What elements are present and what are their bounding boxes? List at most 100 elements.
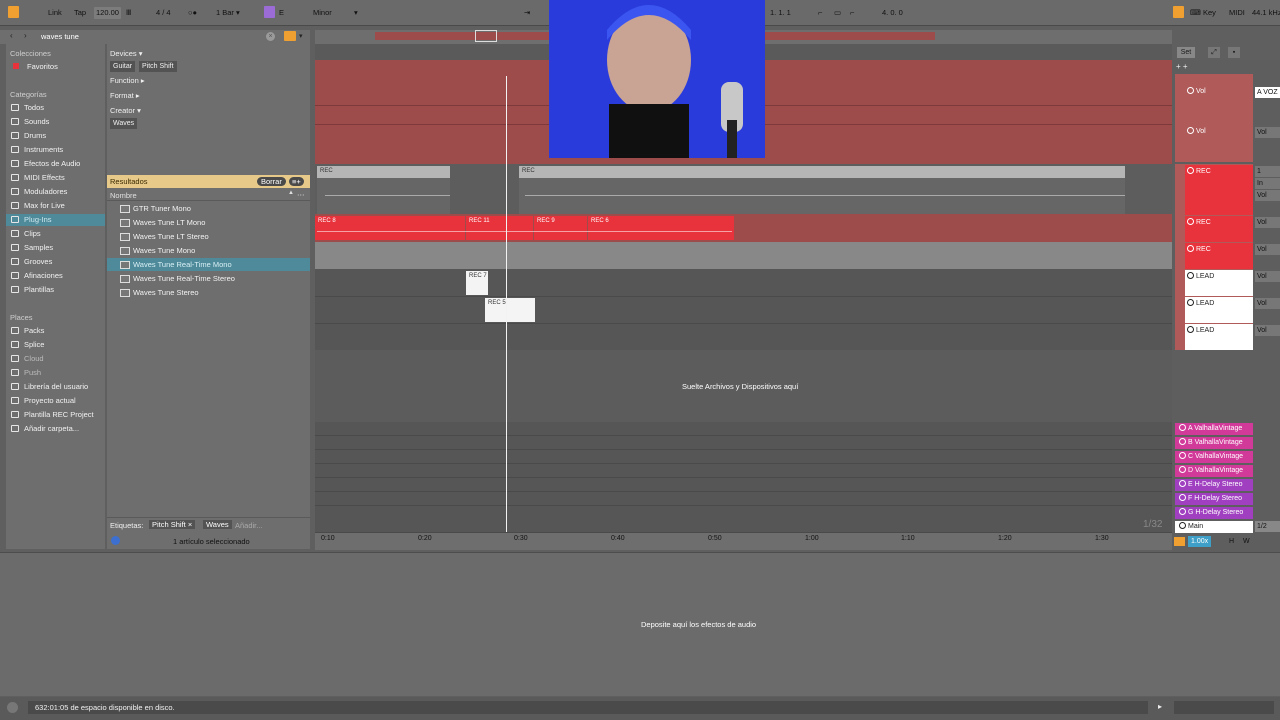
filter-tag-guitar[interactable]: Guitar	[110, 61, 136, 72]
sidebar-item-audio-effects[interactable]: Efectos de Audio	[6, 158, 105, 170]
sidebar-item-packs[interactable]: Packs	[6, 325, 105, 337]
sidebar-item-max-for-live[interactable]: Max for Live	[6, 200, 105, 212]
track-lane-lead[interactable]	[315, 269, 1172, 350]
tempo-field[interactable]: 120.00	[94, 7, 121, 19]
fold-icon[interactable]	[1179, 452, 1186, 459]
track-header-2[interactable]: Vol	[1183, 127, 1253, 135]
clip-rec-11[interactable]: REC 11	[466, 216, 533, 240]
remove-tag-icon[interactable]: ×	[188, 520, 192, 529]
track-header-4[interactable]: REC	[1183, 218, 1253, 226]
sidebar-item-push[interactable]: Push	[6, 367, 105, 379]
filter-devices[interactable]: Devices ▾	[110, 48, 143, 60]
filter-tag-pitch-shift[interactable]: Pitch Shift	[139, 61, 177, 72]
fold-icon[interactable]	[1187, 87, 1194, 94]
return-track-d[interactable]: D ValhallaVintage	[1175, 465, 1253, 477]
expand-icon[interactable]: ⤢	[1208, 47, 1220, 58]
filter-format[interactable]: Format ▸	[110, 90, 140, 102]
track-lane-rec-3[interactable]	[315, 242, 1172, 269]
clip-rec-7[interactable]: REC 7	[466, 271, 488, 295]
track-3-input[interactable]: In	[1255, 178, 1280, 189]
fold-icon[interactable]	[1187, 218, 1194, 225]
filter-creator[interactable]: Creator ▾	[110, 105, 141, 117]
filter-tag-waves[interactable]: Waves	[110, 118, 138, 129]
sidebar-item-clips[interactable]: Clips	[6, 228, 105, 240]
sidebar-item-sounds[interactable]: Sounds	[6, 116, 105, 128]
sidebar-item-instruments[interactable]: Instruments	[6, 144, 105, 156]
filter-function[interactable]: Function ▸	[110, 75, 145, 87]
filter-view-icon[interactable]	[284, 31, 296, 41]
forward-arrow-icon[interactable]: ›	[24, 31, 27, 40]
grid-fraction[interactable]: 1/32	[1143, 519, 1162, 530]
zoom-toggle-icon[interactable]	[1174, 537, 1185, 546]
clip-rec-a[interactable]: REC	[317, 166, 450, 178]
fold-icon[interactable]	[1179, 438, 1186, 445]
sidebar-item-cloud[interactable]: Cloud	[6, 353, 105, 365]
return-track-b[interactable]: B ValhallaVintage	[1175, 437, 1253, 449]
return-track-g[interactable]: G H-Delay Stereo	[1175, 507, 1253, 519]
result-row[interactable]: GTR Tuner Mono	[107, 202, 310, 215]
track-header-3[interactable]: REC	[1183, 167, 1253, 175]
metronome-icon[interactable]: ○●	[188, 7, 197, 19]
sidebar-item-plug-ins[interactable]: Plug-Ins	[6, 214, 105, 226]
loop-switch-icon[interactable]: ⌐	[818, 7, 822, 19]
fold-icon[interactable]	[1179, 480, 1186, 487]
sort-arrow-icon[interactable]: ▲	[288, 190, 294, 196]
sidebar-item-user-library[interactable]: Librería del usuario	[6, 381, 105, 393]
sidebar-item-templates[interactable]: Plantillas	[6, 284, 105, 296]
fold-icon[interactable]	[1187, 127, 1194, 134]
time-signature-field[interactable]: 4 / 4	[156, 7, 171, 19]
quantization-select[interactable]: 1 Bar ▾	[216, 7, 240, 19]
link-button[interactable]: Link	[48, 7, 62, 19]
sidebar-item-current-project[interactable]: Proyecto actual	[6, 395, 105, 407]
arrangement-position-field[interactable]: 1. 1. 1	[770, 7, 791, 19]
return-track-f[interactable]: F H-Delay Stereo	[1175, 493, 1253, 505]
fold-icon[interactable]	[1187, 272, 1194, 279]
clip-rec-8[interactable]: REC 8	[315, 216, 465, 240]
clip-rec-5[interactable]: REC 5	[485, 298, 535, 322]
lock-icon[interactable]: ▪	[1228, 47, 1240, 58]
sidebar-item-add-folder[interactable]: Añadir carpeta...	[6, 423, 105, 435]
clip-rec-6[interactable]: REC 6	[588, 216, 734, 240]
main-track[interactable]: Main	[1175, 521, 1253, 533]
filter-chevron-down-icon[interactable]: ▾	[299, 32, 303, 40]
w-button[interactable]: W	[1243, 536, 1250, 547]
scale-chevron-down-icon[interactable]: ▾	[354, 7, 358, 19]
track-7-volume[interactable]: Vol	[1255, 298, 1280, 309]
punch-out-icon[interactable]: ⌐	[850, 7, 854, 19]
clear-search-icon[interactable]: ×	[266, 32, 275, 41]
computer-keyboard-icon[interactable]: ⌨	[1190, 7, 1201, 19]
punch-in-icon[interactable]: ▭	[834, 7, 841, 19]
sidebar-item-splice[interactable]: Splice	[6, 339, 105, 351]
tap-button[interactable]: Tap	[74, 7, 86, 19]
fold-icon[interactable]	[1179, 508, 1186, 515]
result-row[interactable]: Waves Tune Real-Time Stereo	[107, 272, 310, 285]
sidebar-item-grooves[interactable]: Grooves	[6, 256, 105, 268]
track-6-volume[interactable]: Vol	[1255, 271, 1280, 282]
fold-icon[interactable]	[1179, 466, 1186, 473]
sidebar-item-tunings[interactable]: Afinaciones	[6, 270, 105, 282]
sidebar-item-rec-project-template[interactable]: Plantilla REC Project	[6, 409, 105, 421]
key-map-button[interactable]: Key	[1203, 7, 1216, 19]
track-header-1[interactable]: Vol	[1183, 87, 1253, 95]
set-locator-button[interactable]: Set	[1177, 47, 1195, 58]
scale-mode-icon[interactable]	[264, 6, 275, 18]
track-3-extra[interactable]: 1	[1255, 166, 1280, 177]
return-track-e[interactable]: E H-Delay Stereo	[1175, 479, 1253, 491]
track-header-6[interactable]: LEAD	[1183, 272, 1253, 280]
result-row-selected[interactable]: Waves Tune Real-Time Mono	[107, 258, 310, 271]
track-8-volume[interactable]: Vol	[1255, 325, 1280, 336]
fold-icon[interactable]	[1187, 299, 1194, 306]
fold-icon[interactable]	[1179, 522, 1186, 529]
more-options-icon[interactable]: ⋯	[297, 190, 305, 199]
fold-icon[interactable]	[1187, 245, 1194, 252]
sidebar-item-samples[interactable]: Samples	[6, 242, 105, 254]
scale-select[interactable]: Minor	[313, 7, 332, 19]
fold-icon[interactable]	[1179, 494, 1186, 501]
track-3-volume[interactable]: Vol	[1255, 190, 1280, 201]
metronome-bars-icon[interactable]: ǁǁ	[126, 7, 131, 19]
sidebar-item-modulators[interactable]: Moduladores	[6, 186, 105, 198]
tag-pitch-shift[interactable]: Pitch Shift ×	[149, 520, 196, 529]
expand-all-icon[interactable]: + +	[1176, 62, 1188, 71]
status-circle-icon[interactable]	[7, 702, 18, 713]
overview-view-box[interactable]	[475, 30, 497, 42]
